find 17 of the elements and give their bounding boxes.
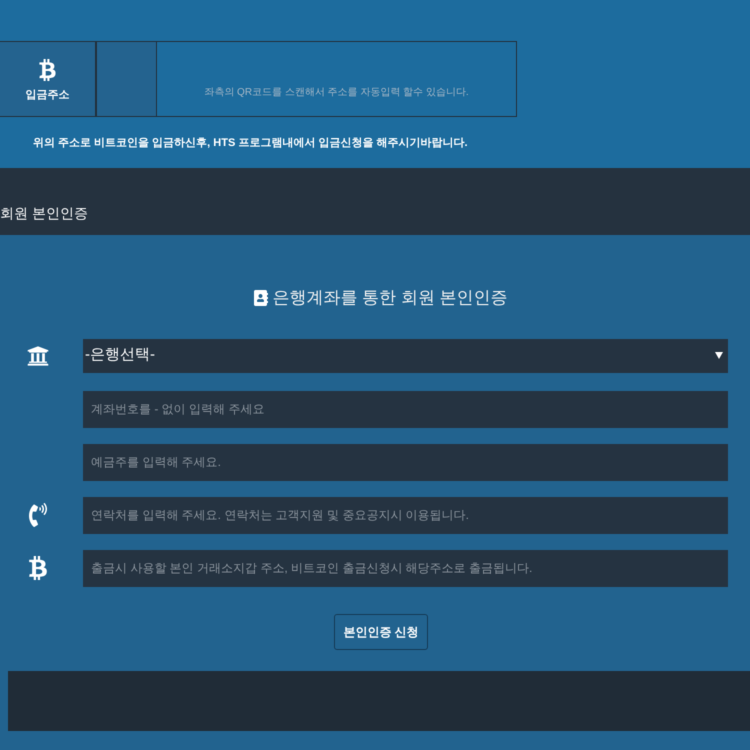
input-field[interactable]: 예금주를 입력해 주세요. xyxy=(83,444,728,480)
phone-icon xyxy=(28,503,48,527)
bank-icon xyxy=(26,344,50,366)
form-heading: 은행계좌를 통한 회원 본인인증 xyxy=(272,287,508,309)
bitcoin-icon xyxy=(29,556,47,580)
address-label: 입금주소 xyxy=(26,88,70,103)
deposit-notice: 위의 주소로 비트코인을 입금하신후, HTS 프로그램내에서 입금신청을 해주시기바랍니다. xyxy=(33,137,468,149)
input-field[interactable]: 계좌번호를 - 없이 입력해 주세요 xyxy=(83,390,728,428)
caret-down-icon xyxy=(715,352,723,359)
section-title: 회원 본인인증 xyxy=(0,204,88,223)
bank-select[interactable]: -은행선택- xyxy=(83,338,728,372)
contact-card-icon xyxy=(254,290,268,306)
qr-hint-text: 좌측의 QR코드를 스캔해서 주소를 자동입력 할수 있습니다. xyxy=(204,86,469,100)
input-field[interactable]: 연락처를 입력해 주세요. 연락처는 고객지원 및 중요공지시 이용됩니다. xyxy=(83,496,728,534)
bitcoin-icon xyxy=(39,58,56,81)
submit-button[interactable]: 본인인증 신청 xyxy=(334,614,428,650)
input-field[interactable]: 출금시 사용할 본인 거래소지갑 주소, 비트코인 출금신청시 해당주소로 출금됩니다. xyxy=(83,550,728,586)
